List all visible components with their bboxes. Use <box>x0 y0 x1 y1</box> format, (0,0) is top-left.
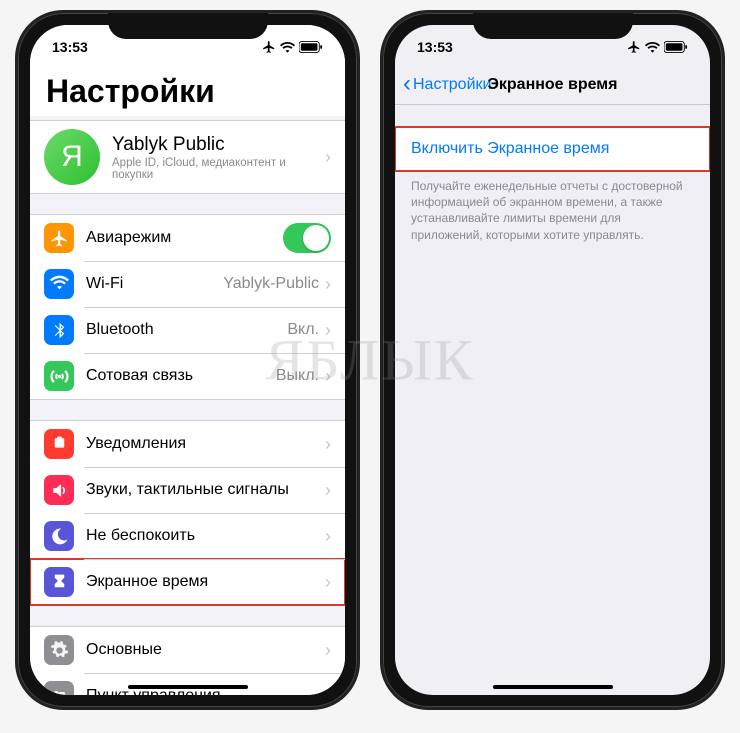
gear-icon <box>44 635 74 665</box>
home-indicator <box>493 685 613 689</box>
account-name: Yablyk Public <box>112 134 325 156</box>
row-label: Основные <box>86 641 325 659</box>
settings-row-wi-fi[interactable]: Wi-FiYablyk-Public › <box>30 261 345 307</box>
nav-bar: ‹ Настройки Экранное время <box>395 65 710 105</box>
settings-row-не-беспокоить[interactable]: Не беспокоить› <box>30 513 345 559</box>
chevron-right-icon: › <box>325 526 331 547</box>
row-label: Экранное время <box>86 573 325 591</box>
speaker-icon <box>44 475 74 505</box>
chevron-right-icon: › <box>325 640 331 661</box>
chevron-right-icon: › <box>325 274 331 295</box>
row-value: Выкл. <box>276 367 319 385</box>
airplane-icon <box>627 40 641 54</box>
account-text: Yablyk Public Apple ID, iCloud, медиакон… <box>112 134 325 181</box>
row-value: Вкл. <box>287 321 319 339</box>
settings-row-экранное-время[interactable]: Экранное время› <box>30 559 345 605</box>
screen-screentime: 13:53 ‹ Настройки Экранное время Включит… <box>395 25 710 695</box>
battery-icon <box>299 41 323 53</box>
row-label: Bluetooth <box>86 321 287 339</box>
row-label: Уведомления <box>86 435 325 453</box>
switches-icon <box>44 681 74 695</box>
antenna-icon <box>44 361 74 391</box>
status-icons <box>262 40 323 54</box>
back-button[interactable]: ‹ Настройки <box>403 76 491 94</box>
settings-row-основные[interactable]: Основные› <box>30 627 345 673</box>
hourglass-icon <box>44 567 74 597</box>
toggle-switch[interactable] <box>283 223 331 253</box>
row-label: Wi-Fi <box>86 275 223 293</box>
airplane-icon <box>262 40 276 54</box>
chevron-right-icon: › <box>325 434 331 455</box>
phone-right: 13:53 ‹ Настройки Экранное время Включит… <box>380 10 725 710</box>
apple-id-row[interactable]: Я Yablyk Public Apple ID, iCloud, медиак… <box>30 121 345 193</box>
status-time: 13:53 <box>52 39 88 55</box>
notch <box>473 13 633 39</box>
wifi-icon <box>645 41 660 53</box>
battery-icon <box>664 41 688 53</box>
row-value: Yablyk-Public <box>223 275 319 293</box>
bell-icon <box>44 429 74 459</box>
row-label: Не беспокоить <box>86 527 325 545</box>
page-title: Настройки <box>30 65 345 116</box>
status-time: 13:53 <box>417 39 453 55</box>
enable-screentime-row[interactable]: Включить Экранное время <box>395 127 710 171</box>
bluetooth-icon <box>44 315 74 345</box>
row-label: Сотовая связь <box>86 367 276 385</box>
chevron-right-icon: › <box>325 366 331 387</box>
chevron-right-icon: › <box>325 686 331 696</box>
notifications-group: Уведомления›Звуки, тактильные сигналы›Не… <box>30 420 345 606</box>
account-subtitle: Apple ID, iCloud, медиаконтент и покупки <box>112 157 325 181</box>
chevron-right-icon: › <box>325 480 331 501</box>
airplane-icon <box>44 223 74 253</box>
chevron-left-icon: ‹ <box>403 77 411 91</box>
screen-settings: 13:53 Настройки Я Yablyk Public Apple ID… <box>30 25 345 695</box>
wifi-icon <box>280 41 295 53</box>
chevron-right-icon: › <box>325 320 331 341</box>
phone-left: 13:53 Настройки Я Yablyk Public Apple ID… <box>15 10 360 710</box>
status-icons <box>627 40 688 54</box>
settings-row-сотовая-связь[interactable]: Сотовая связьВыкл. › <box>30 353 345 399</box>
row-label: Звуки, тактильные сигналы <box>86 481 325 499</box>
notch <box>108 13 268 39</box>
avatar: Я <box>44 129 100 185</box>
settings-row-уведомления[interactable]: Уведомления› <box>30 421 345 467</box>
chevron-right-icon: › <box>325 147 331 168</box>
settings-row-звуки-тактильные-сигналы[interactable]: Звуки, тактильные сигналы› <box>30 467 345 513</box>
row-label: Авиарежим <box>86 229 283 247</box>
footer-description: Получайте еженедельные отчеты с достовер… <box>395 171 710 243</box>
back-label: Настройки <box>413 76 491 94</box>
settings-row-bluetooth[interactable]: BluetoothВкл. › <box>30 307 345 353</box>
chevron-right-icon: › <box>325 572 331 593</box>
settings-row-авиарежим[interactable]: Авиарежим <box>30 215 345 261</box>
settings-row-пункт-управления[interactable]: Пункт управления› <box>30 673 345 695</box>
wifi-icon <box>44 269 74 299</box>
account-group: Я Yablyk Public Apple ID, iCloud, медиак… <box>30 120 345 194</box>
network-group: АвиарежимWi-FiYablyk-Public›BluetoothВкл… <box>30 214 345 400</box>
moon-icon <box>44 521 74 551</box>
home-indicator <box>128 685 248 689</box>
